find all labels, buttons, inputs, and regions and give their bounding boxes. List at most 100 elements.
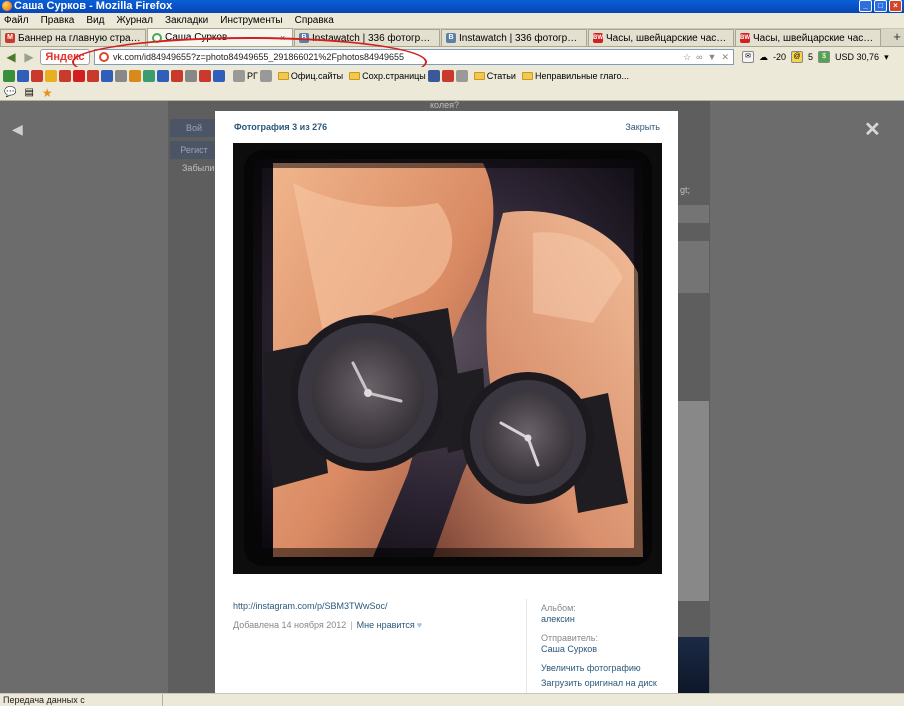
- bookmark-icon[interactable]: [441, 70, 454, 82]
- menu-help[interactable]: Справка: [295, 15, 334, 26]
- url-bar[interactable]: vk.com/id84949655?z=photo84949655_291866…: [94, 49, 734, 65]
- divider: [526, 599, 527, 693]
- tab-watches-1[interactable]: BW Часы, швейцарские часы, нар...: [588, 29, 734, 46]
- yandex-mail-icon[interactable]: @: [791, 51, 804, 63]
- weather-icon[interactable]: ☁: [759, 52, 768, 63]
- status-bar: Передача данных с cs402230.userapi.com..…: [0, 693, 904, 706]
- heart-icon[interactable]: ♥: [417, 620, 422, 630]
- enlarge-photo-link[interactable]: Увеличить фотографию: [541, 663, 641, 673]
- close-lightbox-icon[interactable]: ✕: [864, 117, 881, 142]
- yandex-logo: Яндекс: [45, 51, 85, 63]
- background-block: [677, 401, 709, 601]
- bookmark-icon[interactable]: [115, 70, 127, 82]
- bookmark-rg[interactable]: РГ: [247, 71, 258, 81]
- bookmark-icon[interactable]: [45, 70, 57, 82]
- back-icon[interactable]: ◀: [4, 50, 18, 64]
- dropdown-icon[interactable]: ▼: [708, 52, 717, 63]
- bookmark-folder-articles[interactable]: Статьи: [473, 71, 516, 81]
- bookmark-icon[interactable]: [3, 70, 15, 82]
- menu-bookmarks[interactable]: Закладки: [165, 15, 208, 26]
- album-link[interactable]: алексин: [541, 614, 575, 624]
- menu-bar: Файл Правка Вид Журнал Закладки Инструме…: [0, 13, 904, 29]
- site-identity-icon[interactable]: [99, 52, 109, 62]
- close-icon[interactable]: ×: [280, 33, 288, 43]
- folder-icon: [473, 72, 485, 80]
- tab-watches-2[interactable]: BW Часы, швейцарские часы, нар...: [735, 29, 881, 46]
- photo-viewer: Фотография 3 из 276 Закрыть http://insta…: [215, 111, 678, 693]
- bookmark-icon[interactable]: [129, 70, 141, 82]
- bookmark-icon[interactable]: [185, 70, 197, 82]
- maximize-icon[interactable]: □: [874, 0, 887, 12]
- bookmark-icon[interactable]: [427, 70, 440, 82]
- bookmark-folder-label: Статьи: [486, 71, 516, 81]
- currency-value: USD 30,76: [835, 52, 880, 62]
- minimize-icon[interactable]: _: [859, 0, 872, 12]
- bookmark-folder-official[interactable]: Офиц.сайты: [277, 71, 344, 81]
- bookmark-icon[interactable]: [157, 70, 169, 82]
- bookmark-icon[interactable]: [31, 70, 43, 82]
- instagram-link[interactable]: http://instagram.com/p/SBM3TWwSoc/: [233, 601, 388, 611]
- photo-image[interactable]: [233, 143, 662, 574]
- tab-sasha-surkov[interactable]: Саша Сурков ×: [147, 28, 293, 46]
- tab-label: Саша Сурков: [165, 32, 228, 43]
- tab-bar: M Баннер на главную страницу+... Саша Су…: [0, 28, 904, 47]
- firefox-icon: [2, 1, 12, 11]
- bookmark-icon[interactable]: [213, 70, 225, 82]
- stop-icon[interactable]: ✕: [721, 52, 729, 63]
- bookmark-icon[interactable]: [143, 70, 155, 82]
- tab-instawatch-1[interactable]: B Instawatch | 336 фотографий: [294, 29, 440, 46]
- folder-icon: [277, 72, 289, 80]
- sender-link[interactable]: Саша Сурков: [541, 644, 597, 654]
- mail-icon[interactable]: ✉: [742, 51, 754, 63]
- bookmark-icon[interactable]: [233, 70, 245, 82]
- star-icon[interactable]: ★: [42, 86, 53, 100]
- tab-label: Instawatch | 336 фотографий: [459, 32, 582, 44]
- url-input[interactable]: vk.com/id84949655?z=photo84949655_291866…: [113, 52, 679, 62]
- menu-history[interactable]: Журнал: [116, 15, 153, 26]
- background-block: [677, 205, 709, 223]
- background-image: [677, 637, 709, 693]
- bookmark-star-icon[interactable]: ☆: [683, 52, 691, 63]
- bookmark-folder-label: Офиц.сайты: [290, 71, 344, 81]
- yandex-search-button[interactable]: Яндекс: [40, 49, 90, 65]
- currency-icon[interactable]: $: [818, 51, 831, 63]
- bookmark-icon[interactable]: [259, 70, 272, 82]
- bookmark-icon[interactable]: [87, 70, 99, 82]
- close-icon[interactable]: ×: [889, 0, 902, 12]
- toolbar-secondary: 💬 ▤ ★: [0, 85, 904, 101]
- reader-icon[interactable]: ∞: [696, 52, 702, 63]
- previous-photo-icon[interactable]: ◀: [12, 121, 23, 138]
- menu-view[interactable]: Вид: [86, 15, 104, 26]
- page-icon[interactable]: ▤: [24, 87, 33, 98]
- speech-bubble-icon[interactable]: 💬: [4, 87, 16, 98]
- close-link[interactable]: Закрыть: [625, 122, 660, 136]
- toolbar-widgets: ✉ ☁ -20 @ 5 $ USD 30,76 ▾: [742, 51, 889, 63]
- page-content: Вой Регист Забыли п колея? gt; ◀ ✕ Фотог…: [0, 101, 904, 693]
- bookmark-folder-verbs[interactable]: Неправильные глаго...: [521, 71, 629, 81]
- bookmark-icon[interactable]: [171, 70, 183, 82]
- menu-edit[interactable]: Правка: [41, 15, 75, 26]
- menu-tools[interactable]: Инструменты: [220, 15, 282, 26]
- folder-icon: [521, 72, 533, 80]
- tab-label: Instawatch | 336 фотографий: [312, 32, 435, 44]
- background-text: колея?: [430, 101, 459, 110]
- like-button[interactable]: Мне нравится: [357, 620, 415, 630]
- bookmark-icon[interactable]: [73, 70, 85, 82]
- sender-label: Отправитель:: [541, 633, 598, 643]
- photo-meta: Добавлена 14 ноября 2012 | Мне нравится ♥: [233, 620, 423, 630]
- bookmark-icon[interactable]: [199, 70, 211, 82]
- bookmark-icon[interactable]: [17, 70, 29, 82]
- bookmark-icon[interactable]: [59, 70, 71, 82]
- window-title: Саша Сурков - Mozilla Firefox: [14, 0, 173, 12]
- window-controls: _ □ ×: [859, 0, 902, 12]
- menu-dropdown-icon[interactable]: ▾: [884, 52, 889, 63]
- new-tab-button[interactable]: +: [890, 29, 904, 46]
- download-original-link[interactable]: Загрузить оригинал на диск: [541, 678, 657, 688]
- tab-banner[interactable]: M Баннер на главную страницу+...: [0, 29, 146, 46]
- bookmark-icon[interactable]: [101, 70, 113, 82]
- bookmark-folder-saved[interactable]: Сохр.страницы: [349, 71, 426, 81]
- bookmark-icon[interactable]: [455, 70, 468, 82]
- tab-instawatch-2[interactable]: B Instawatch | 336 фотографий: [441, 29, 587, 46]
- menu-file[interactable]: Файл: [4, 15, 29, 26]
- forward-icon[interactable]: ▶: [22, 50, 36, 64]
